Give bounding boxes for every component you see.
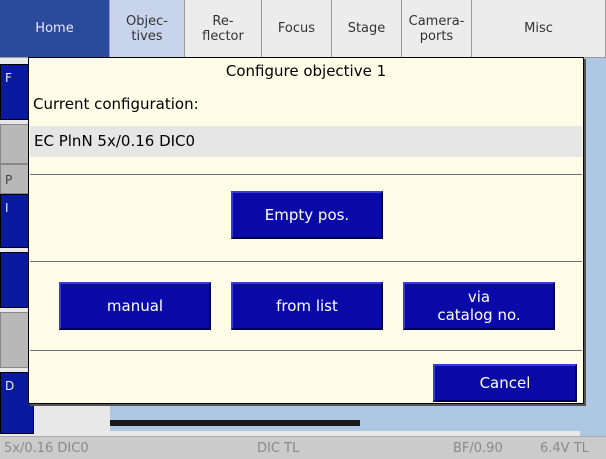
tab-focus-label: Focus: [277, 21, 316, 36]
tab-home[interactable]: Home: [0, 0, 110, 58]
current-configuration-value: EC PlnN 5x/0.16 DIC0: [30, 126, 582, 157]
current-configuration-label: Current configuration:: [33, 95, 199, 113]
tab-cameraports-label: Camera- ports: [408, 13, 465, 44]
bottom-bar: [110, 420, 360, 426]
status-bar: 5x/0.16 DIC0 DIC TL BF/0.90 6.4V TL: [0, 436, 606, 459]
divider: [30, 174, 582, 176]
tab-stage-label: Stage: [347, 21, 386, 36]
tab-reflector[interactable]: Re- flector: [185, 0, 262, 58]
tab-objectives-label: Objec- tives: [126, 13, 168, 44]
tab-bar: Home Objec- tives Re- flector Focus Stag…: [0, 0, 606, 58]
tab-misc[interactable]: Misc: [472, 0, 606, 58]
status-aperture: BF/0.90: [453, 441, 503, 456]
via-catalog-number-label-line2: catalog no.: [437, 306, 521, 324]
via-catalog-number-button[interactable]: via catalog no.: [403, 282, 555, 330]
manual-button[interactable]: manual: [59, 282, 211, 330]
dialog-title: Configure objective 1: [225, 62, 387, 80]
from-list-button[interactable]: from list: [231, 282, 383, 330]
side-field-2-label: P: [5, 173, 13, 187]
tab-home-label: Home: [35, 21, 74, 36]
tab-stage[interactable]: Stage: [332, 0, 402, 58]
from-list-button-label: from list: [276, 297, 338, 315]
manual-button-label: manual: [106, 297, 164, 315]
divider: [30, 350, 582, 352]
divider: [30, 261, 582, 263]
side-button-2-label: I: [5, 201, 9, 215]
tab-reflector-label: Re- flector: [202, 13, 244, 44]
tab-focus[interactable]: Focus: [262, 0, 332, 58]
tab-objectives[interactable]: Objec- tives: [110, 0, 185, 58]
tab-cameraports[interactable]: Camera- ports: [402, 0, 472, 58]
empty-position-button[interactable]: Empty pos.: [231, 191, 383, 239]
side-button-1-label: F: [5, 71, 12, 85]
configure-objective-dialog: Configure objective 1 Current configurat…: [28, 57, 584, 404]
side-button-4-label: D: [5, 379, 15, 393]
status-mode: DIC TL: [257, 441, 300, 456]
via-catalog-number-label-line1: via: [467, 288, 491, 306]
empty-position-button-label: Empty pos.: [264, 206, 350, 224]
status-voltage: 6.4V TL: [540, 441, 589, 456]
cancel-button-label: Cancel: [479, 374, 531, 392]
status-objective: 5x/0.16 DIC0: [4, 441, 89, 456]
tab-misc-label: Misc: [524, 21, 553, 36]
cancel-button[interactable]: Cancel: [433, 364, 577, 402]
